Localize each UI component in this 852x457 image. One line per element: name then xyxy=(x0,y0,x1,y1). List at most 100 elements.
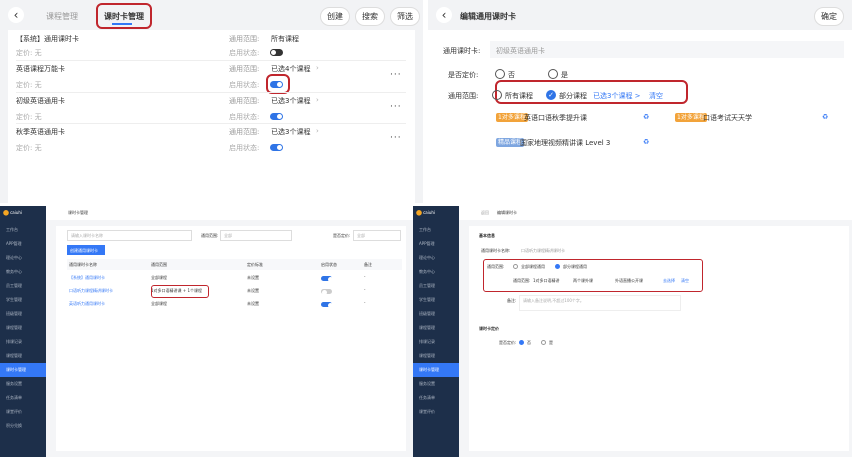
breadcrumb-back[interactable]: 返回 xyxy=(481,210,489,216)
table-cell[interactable]: 【系统】通用课时卡 xyxy=(69,275,105,281)
confirm-button[interactable]: 确定 xyxy=(814,7,844,26)
sidebar-item[interactable]: APP管理 xyxy=(413,237,459,251)
table-cell[interactable]: 口语听力课程精讲课时卡 xyxy=(69,288,113,294)
card-name[interactable]: 初级英语通用卡 xyxy=(16,96,65,106)
name-label: 通用课时卡名称: xyxy=(481,248,511,254)
sidebar-item[interactable]: 课程管理 xyxy=(0,321,46,335)
column-header: 备注 xyxy=(364,262,373,268)
card-price: 定价: 无 xyxy=(16,113,42,121)
tab-course-manage[interactable]: 课程管理 xyxy=(46,11,78,22)
course-chip[interactable]: 1对多口语精讲 xyxy=(533,278,560,284)
note-label: 备注: xyxy=(507,298,517,304)
section-price-title: 课时卡定价 xyxy=(479,326,500,332)
radio-all[interactable] xyxy=(492,90,502,100)
sidebar-item[interactable]: 员工管理 xyxy=(0,279,46,293)
status-toggle[interactable] xyxy=(270,113,283,120)
status-toggle[interactable] xyxy=(270,144,283,151)
name-value[interactable]: 口语听力课程精讲课时卡 xyxy=(521,248,565,254)
create-button[interactable]: 创建 xyxy=(320,7,350,26)
choose-link[interactable]: 去选择 xyxy=(663,278,675,284)
sidebar-item[interactable]: 课程管理 xyxy=(413,349,459,363)
card-scope[interactable]: 已选4个课程 xyxy=(271,64,310,74)
sidebar-item[interactable]: 教务中心 xyxy=(0,265,46,279)
delete-icon[interactable]: ♻ xyxy=(822,113,828,121)
radio-no[interactable] xyxy=(519,340,524,345)
sidebar-item[interactable]: 员工管理 xyxy=(413,279,459,293)
tab-card-manage[interactable]: 课时卡管理 xyxy=(104,11,144,22)
sidebar-item[interactable]: 课时卡管理 xyxy=(0,363,46,377)
course-chip[interactable]: 两个课外课 xyxy=(573,278,593,284)
table-cell[interactable]: 英语听力通用课时卡 xyxy=(69,301,105,307)
status-toggle[interactable] xyxy=(321,276,332,281)
scope-label: 通用范围: xyxy=(448,92,479,100)
sidebar-item[interactable]: 课堂评价 xyxy=(0,405,46,419)
card-status-label: 启用状态: xyxy=(229,144,260,152)
card-scope[interactable]: 已选3个课程 xyxy=(271,96,310,106)
back-button[interactable]: ‹ xyxy=(436,7,452,23)
name-value: 初级英语通用卡 xyxy=(496,47,545,55)
more-icon[interactable]: ··· xyxy=(390,102,402,112)
card-scope[interactable]: 已选3个课程 xyxy=(271,127,310,137)
column-header: 通用范围 xyxy=(151,262,168,268)
sidebar-item[interactable]: 学生管理 xyxy=(413,293,459,307)
radio-yes-label: 是 xyxy=(549,340,554,346)
status-toggle[interactable] xyxy=(270,81,283,88)
radio-no[interactable] xyxy=(495,69,505,79)
sidebar-item[interactable]: APP管理 xyxy=(0,237,46,251)
delete-icon[interactable]: ♻ xyxy=(643,113,649,121)
sidebar-item[interactable]: 排课记录 xyxy=(413,335,459,349)
search-button[interactable]: 搜索 xyxy=(355,7,385,26)
sidebar-item[interactable]: 理论中心 xyxy=(0,251,46,265)
sidebar-item[interactable]: 班级管理 xyxy=(413,307,459,321)
brand-logo: caiuhi xyxy=(0,206,37,220)
card-status-label: 启用状态: xyxy=(229,81,260,89)
table-cell: - xyxy=(364,288,366,293)
sidebar-item[interactable]: 任务清单 xyxy=(413,391,459,405)
status-toggle[interactable] xyxy=(321,302,332,307)
radio-all[interactable] xyxy=(513,264,518,269)
sidebar-item[interactable]: 工作台 xyxy=(0,223,46,237)
sidebar-item[interactable]: 理论中心 xyxy=(413,251,459,265)
more-icon[interactable]: ··· xyxy=(390,70,402,80)
delete-icon[interactable]: ♻ xyxy=(643,138,649,146)
divider xyxy=(16,60,406,61)
card-name[interactable]: 英语课程万能卡 xyxy=(16,64,65,74)
selected-courses-link[interactable]: 已选3个课程 > xyxy=(593,91,641,101)
filter-button[interactable]: 筛选 xyxy=(390,7,420,26)
sidebar-item[interactable]: 服务设置 xyxy=(0,377,46,391)
filter-scope-label: 通用范围: xyxy=(201,233,219,239)
radio-yes[interactable] xyxy=(548,69,558,79)
radio-part-label: 部分课程通用 xyxy=(563,264,588,270)
clear-link[interactable]: 清空 xyxy=(649,91,663,101)
course-chip[interactable]: 外语直播公开课 xyxy=(615,278,643,284)
sidebar-item[interactable]: 服务设置 xyxy=(413,377,459,391)
card-scope-label: 通用范围: xyxy=(229,97,260,105)
radio-yes[interactable] xyxy=(541,340,546,345)
sidebar-item[interactable]: 教务中心 xyxy=(413,265,459,279)
table-header xyxy=(67,259,402,270)
scope-cell-highlight xyxy=(151,285,209,298)
card-name[interactable]: 秋季英语通用卡 xyxy=(16,127,65,137)
radio-part[interactable] xyxy=(555,264,560,269)
clear-link[interactable]: 清空 xyxy=(681,278,689,284)
status-toggle[interactable] xyxy=(270,49,283,56)
sidebar-item[interactable]: 排课记录 xyxy=(0,335,46,349)
sidebar-item[interactable]: 课堂评价 xyxy=(413,405,459,419)
sidebar-item[interactable]: 班级管理 xyxy=(0,307,46,321)
sidebar-item[interactable]: 课程管理 xyxy=(0,349,46,363)
sidebar-item[interactable]: 任务清单 xyxy=(0,391,46,405)
sidebar-item[interactable]: 工作台 xyxy=(413,223,459,237)
back-button[interactable]: ‹ xyxy=(8,7,24,23)
more-icon[interactable]: ··· xyxy=(390,133,402,143)
card-list xyxy=(8,30,415,203)
column-header: 启用状态 xyxy=(321,262,338,268)
table-cell: 未设置 xyxy=(247,275,260,281)
card-name[interactable]: 【系统】通用课时卡 xyxy=(16,34,79,44)
sidebar-item[interactable]: 课时卡管理 xyxy=(413,363,459,377)
sidebar-item[interactable]: 学生管理 xyxy=(0,293,46,307)
radio-part-checked-icon[interactable]: ✓ xyxy=(546,90,556,100)
sidebar-item[interactable]: 课程管理 xyxy=(413,321,459,335)
table-cell: 全部课程 xyxy=(151,275,168,281)
sidebar-item[interactable]: 积分兑换 xyxy=(0,419,46,433)
status-toggle[interactable] xyxy=(321,289,332,294)
